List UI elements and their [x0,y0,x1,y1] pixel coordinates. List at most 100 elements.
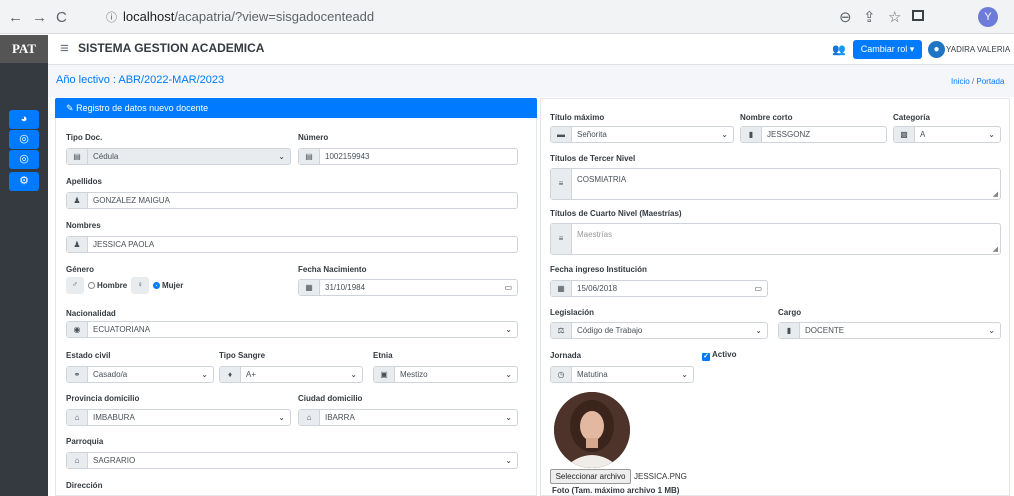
change-role-button[interactable]: Cambiar rol ▾ [853,40,922,59]
genero-mujer-radio[interactable]: Mujer [153,281,183,290]
checkmark-icon: ✓ [702,353,710,361]
cogs-icon[interactable]: ⚙ [9,172,39,191]
circle-icon[interactable]: ◎ [9,130,39,149]
id-badge-icon: ▮ [741,127,762,142]
jornada-label: Jornada [550,351,582,360]
portrait-image [554,392,630,468]
edit-icon: ✎ [66,103,74,113]
calendar-icon[interactable]: ▭ [504,280,512,295]
apellidos-label: Apellidos [66,177,103,186]
zoom-icon[interactable]: ⊖ [839,8,852,26]
tipo-doc-select[interactable]: ▤ Cédula ⌄ [66,148,291,165]
category-icon: ▩ [894,127,915,142]
breadcrumb-home[interactable]: Inicio [951,77,970,86]
calendar-icon[interactable]: ▭ [754,281,762,296]
id-card-icon: ▤ [299,149,320,164]
estado-civil-select[interactable]: ⚭ Casado/a ⌄ [66,366,214,383]
tipo-sangre-label: Tipo Sangre [219,351,266,360]
hamburger-menu-icon[interactable]: ≡ [60,40,69,57]
ciudad-select[interactable]: ⌂ IBARRA ⌄ [298,409,518,426]
calendar-grid-icon: ▦ [299,280,320,295]
titulos-cuarto-textarea[interactable]: ≡ Maestrías ◢ [550,223,1001,255]
form-card-header: ✎ Registro de datos nuevo docente [55,98,537,118]
user-name[interactable]: YADIRA VALERIA [946,45,1010,54]
tipo-sangre-select[interactable]: ♦ A+ ⌄ [219,366,363,383]
numero-value: 1002159943 [325,152,370,161]
chevron-down-icon: ⌄ [681,370,688,379]
bookmark-star-icon[interactable]: ☆ [888,8,901,26]
user-avatar-icon[interactable]: ● [928,41,945,58]
dashboard-icon[interactable]: ◕ [9,110,39,129]
cargo-label: Cargo [778,308,802,317]
parroquia-select[interactable]: ⌂ SAGRARIO ⌄ [66,452,518,469]
nombre-corto-input[interactable]: ▮ JESSGONZ [740,126,887,143]
graduation-cap-icon: ≡ [551,224,572,254]
estado-civil-label: Estado civil [66,351,111,360]
ethnicity-icon: ▣ [374,367,395,382]
chevron-down-icon: ⌄ [278,413,285,422]
categoria-label: Categoría [893,113,930,122]
jornada-select[interactable]: ◷ Matutina ⌄ [550,366,694,383]
forward-arrow-icon[interactable]: → [32,9,47,26]
ciudad-label: Ciudad domicilio [298,394,363,403]
photo-caption: Foto (Tam. máximo archivo 1 MB) [552,486,680,495]
browser-profile-avatar[interactable]: Y [978,7,998,27]
tipo-doc-label: Tipo Doc. [66,133,103,142]
circle-icon[interactable]: ◎ [9,150,39,169]
balance-scale-icon: ⚖ [551,323,572,338]
id-card-icon: ▤ [67,149,88,164]
genero-label: Género [66,265,95,274]
numero-input[interactable]: ▤ 1002159943 [298,148,518,165]
nombre-corto-value: JESSGONZ [767,130,811,139]
activo-checkbox[interactable]: ✓ Activo [702,350,736,361]
academic-year: Año lectivo : ABR/2022-MAR/2023 [56,74,225,86]
genero-hombre-radio[interactable]: Hombre [88,281,127,290]
provincia-label: Provincia domicilio [66,394,140,403]
app-logo[interactable]: PAT [0,35,48,63]
reload-icon[interactable]: C [56,9,67,26]
legislacion-select[interactable]: ⚖ Código de Trabajo ⌄ [550,322,768,339]
choose-file-button[interactable]: Seleccionar archivo [550,469,631,484]
legislacion-label: Legislación [550,308,595,317]
chevron-down-icon: ⌄ [201,370,208,379]
titulos-cuarto-placeholder: Maestrías [577,230,613,239]
fecha-nac-label: Fecha Nacimiento [298,265,367,274]
blood-drop-icon: ♦ [220,367,241,382]
clock-icon: ◷ [551,367,572,382]
nacionalidad-value: ECUATORIANA [93,325,151,334]
info-icon[interactable]: ⓘ [106,12,117,24]
legislacion-value: Código de Trabajo [577,326,643,335]
genero-hombre-label: Hombre [97,281,128,290]
address-bar[interactable]: ⓘ localhost/acapatria/?view=sisgadocentea… [94,5,826,29]
tab-search-icon[interactable] [912,10,924,21]
cargo-select[interactable]: ▮ DOCENTE ⌄ [778,322,1001,339]
etnia-select[interactable]: ▣ Mestizo ⌄ [373,366,518,383]
breadcrumb: Inicio / Portada [951,77,1004,86]
apellidos-value: GONZALEZ MAIGUA [93,196,170,205]
share-icon[interactable]: ⇪ [863,8,876,26]
user-icon: ♟ [67,193,88,208]
globe-icon: ◉ [67,322,88,337]
chevron-down-icon: ⌄ [988,326,995,335]
app-title: SISTEMA GESTION ACADEMICA [78,41,265,55]
etnia-value: Mestizo [400,370,428,379]
titulo-max-select[interactable]: ▬ Señorita ⌄ [550,126,734,143]
resize-handle-icon[interactable]: ◢ [993,246,998,253]
titulos-tercer-textarea[interactable]: ≡ COSMIATRIA ◢ [550,168,1001,200]
chevron-down-icon: ⌄ [721,130,728,139]
provincia-select[interactable]: ⌂ IMBABURA ⌄ [66,409,291,426]
nombre-corto-label: Nombre corto [740,113,793,122]
titulo-max-value: Señorita [577,130,607,139]
resize-handle-icon[interactable]: ◢ [993,191,998,198]
nombres-input[interactable]: ♟ JESSICA PAOLA [66,236,518,253]
back-arrow-icon[interactable]: ← [8,9,23,26]
direccion-label: Dirección [66,481,103,490]
breadcrumb-current[interactable]: Portada [976,77,1004,86]
users-icon[interactable]: 👥 [832,43,846,56]
fecha-nac-input[interactable]: ▦ 31/10/1984 ▭ [298,279,518,296]
apellidos-input[interactable]: ♟ GONZALEZ MAIGUA [66,192,518,209]
categoria-select[interactable]: ▩ A ⌄ [893,126,1001,143]
fecha-ingreso-input[interactable]: ▦ 15/06/2018 ▭ [550,280,768,297]
user-icon: ♟ [67,237,88,252]
nacionalidad-select[interactable]: ◉ ECUATORIANA ⌄ [66,321,518,338]
